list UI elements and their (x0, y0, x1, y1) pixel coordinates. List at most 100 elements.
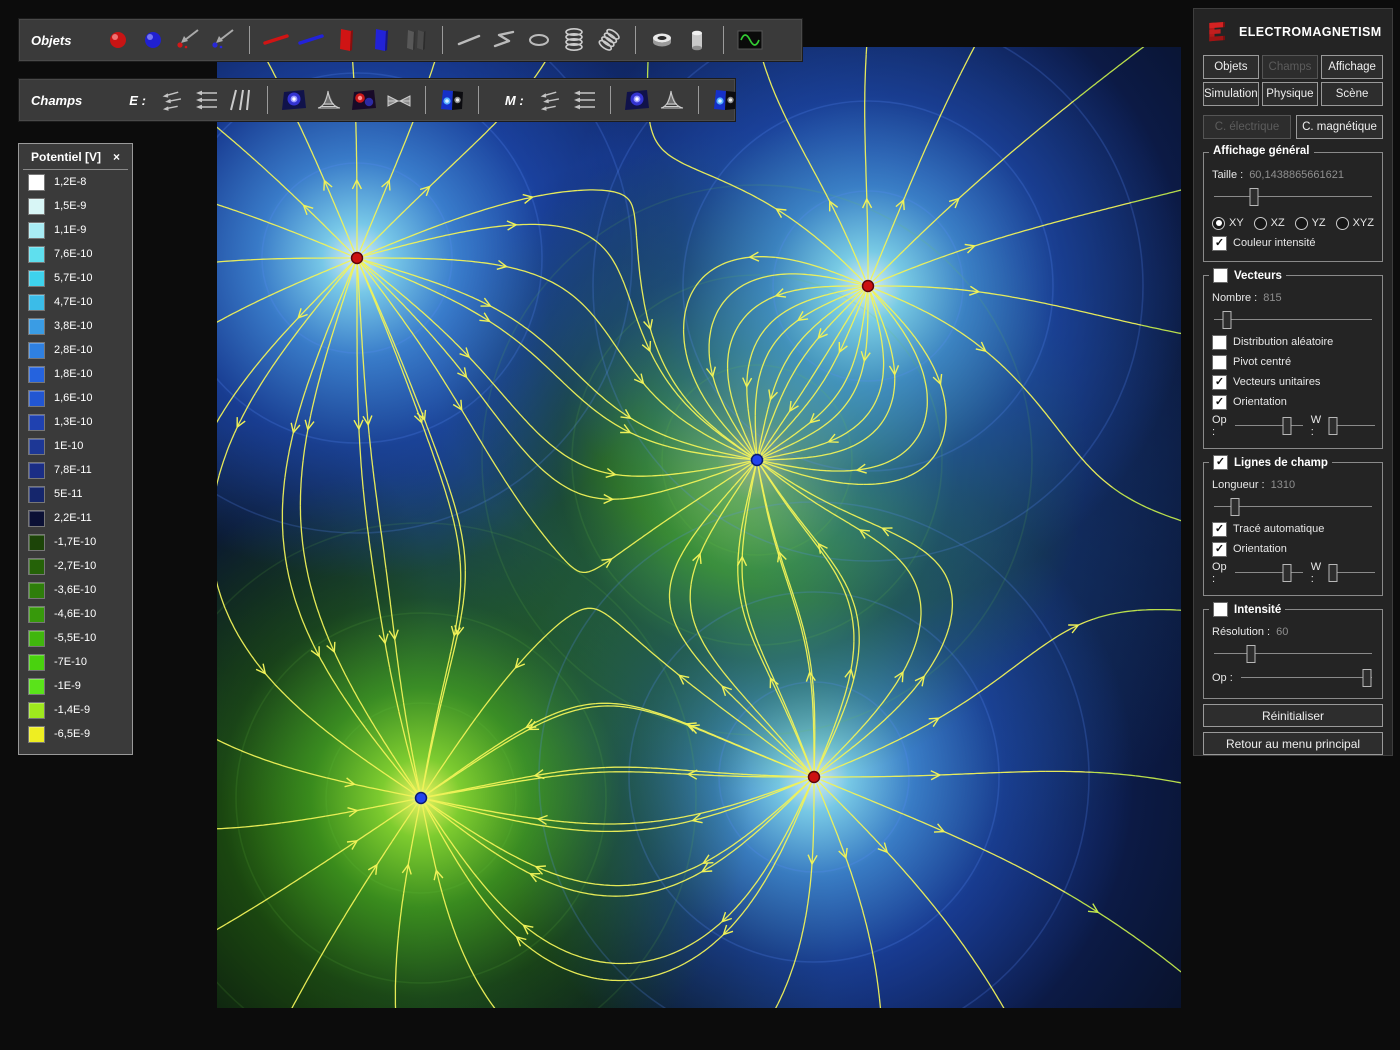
checkbox-distribution-aleatoire[interactable] (1212, 335, 1227, 350)
vecteurs-checkbox[interactable] (1213, 268, 1228, 283)
field-lines-icon[interactable] (227, 86, 255, 114)
close-icon[interactable]: × (113, 150, 120, 164)
ring-magnet-icon[interactable] (648, 26, 676, 54)
blue-wire-icon[interactable] (297, 26, 325, 54)
legend-swatch (28, 654, 45, 671)
legend-swatch (28, 462, 45, 479)
legend-swatch (28, 198, 45, 215)
toolbar-label: E : (129, 93, 146, 108)
cylinder-magnet-icon[interactable] (683, 26, 711, 54)
nombre-label: Nombre : (1212, 292, 1257, 304)
taille-slider[interactable] (1212, 187, 1374, 207)
button-simulation[interactable]: Simulation (1203, 82, 1259, 106)
legend-swatch (28, 270, 45, 287)
legend-swatch (28, 630, 45, 647)
legend-swatch (28, 438, 45, 455)
red-plate-icon[interactable] (332, 26, 360, 54)
button-c-magnetique[interactable]: C. magnétique (1296, 115, 1383, 139)
app-logo-icon (1205, 19, 1231, 45)
checkbox-pivot-centre[interactable] (1212, 355, 1227, 370)
legend-entry: -1,4E-9 (19, 698, 132, 722)
checkbox-orientation[interactable]: ✓ (1212, 542, 1227, 557)
lignes-de-champ-title: Lignes de champ (1234, 457, 1328, 469)
ac-source-icon[interactable] (736, 26, 764, 54)
radio-yz[interactable]: YZ (1295, 217, 1326, 230)
negative-charge-icon[interactable] (139, 26, 167, 54)
toolbar-separator (635, 26, 636, 54)
radio-xz[interactable]: XZ (1254, 217, 1285, 230)
legend-entry: 5,7E-10 (19, 266, 132, 290)
checkbox-orientation[interactable]: ✓ (1212, 395, 1227, 410)
checkbox-row: Pivot centré (1212, 354, 1374, 370)
longueur-value: 1310 (1271, 479, 1295, 491)
checkbox-label: Pivot centré (1233, 356, 1291, 368)
wire-segment-icon[interactable] (455, 26, 483, 54)
vecteurs-op-slider[interactable] (1233, 416, 1305, 436)
capacitor-icon[interactable] (402, 26, 430, 54)
radio-xyz[interactable]: XYZ (1336, 217, 1374, 230)
red-wire-icon[interactable] (262, 26, 290, 54)
solenoid-icon[interactable] (560, 26, 588, 54)
moving-negative-charge-icon[interactable] (209, 26, 237, 54)
vectors-random-icon[interactable] (535, 86, 563, 114)
intensite-op-slider[interactable] (1239, 668, 1374, 688)
radio-xy[interactable]: XY (1212, 217, 1244, 230)
button-physique[interactable]: Physique (1262, 82, 1318, 106)
radio-icon (1336, 217, 1349, 230)
taille-value: 60,1438865661621 (1249, 169, 1344, 181)
lignes-de-champ-checkbox[interactable]: ✓ (1213, 455, 1228, 470)
couleur-intensite-checkbox[interactable]: ✓ (1212, 236, 1227, 251)
legend-swatch (28, 318, 45, 335)
surface-plot-icon[interactable] (315, 86, 343, 114)
longueur-slider[interactable] (1212, 497, 1374, 517)
legend-title: Potentiel [V] (31, 150, 101, 164)
button-objets[interactable]: Objets (1203, 55, 1259, 79)
lignes-w-slider[interactable] (1327, 563, 1377, 583)
legend-value: 1E-10 (54, 440, 83, 452)
lignes-checkboxes: ✓Tracé automatique✓Orientation (1212, 521, 1374, 557)
button-affichage[interactable]: Affichage (1321, 55, 1383, 79)
resolution-slider[interactable] (1212, 644, 1374, 664)
affichage-general-group: Affichage général Taille : 60,1438865661… (1203, 152, 1383, 262)
blue-plate-icon[interactable] (367, 26, 395, 54)
legend-entry: 1,1E-9 (19, 218, 132, 242)
toolbar-label: Objets (31, 33, 71, 48)
potential-legend-panel: Potentiel [V] × 1,2E-81,5E-91,1E-97,6E-1… (18, 143, 133, 755)
vectors-random-icon[interactable] (157, 86, 185, 114)
moving-positive-charge-icon[interactable] (174, 26, 202, 54)
vecteurs-w-slider[interactable] (1327, 416, 1377, 436)
simulation-canvas[interactable] (217, 47, 1181, 1008)
toolbar-separator (610, 86, 611, 114)
legend-entry: -3,6E-10 (19, 578, 132, 602)
intensity-map-blue-icon[interactable] (623, 86, 651, 114)
surface-plot-icon[interactable] (658, 86, 686, 114)
cut-plane-icon[interactable] (711, 86, 739, 114)
legend-entry: -5,5E-10 (19, 626, 132, 650)
legend-value: -3,6E-10 (54, 584, 96, 596)
vectors-grid-icon[interactable] (570, 86, 598, 114)
checkbox-trace-automatique[interactable]: ✓ (1212, 522, 1227, 537)
toolbar-separator (698, 86, 699, 114)
lignes-op-slider[interactable] (1233, 563, 1305, 583)
intensity-map-blue-icon[interactable] (280, 86, 308, 114)
intensity-map-red-blue-icon[interactable] (350, 86, 378, 114)
nombre-slider[interactable] (1212, 310, 1374, 330)
reinitialiser-button[interactable]: Réinitialiser (1203, 704, 1383, 727)
legend-value: 1,1E-9 (54, 224, 86, 236)
surface-plot-dip-icon[interactable] (385, 86, 413, 114)
retour-menu-button[interactable]: Retour au menu principal (1203, 732, 1383, 755)
toroid-icon[interactable] (595, 26, 623, 54)
legend-entry: 1,2E-8 (19, 170, 132, 194)
legend-entry: 2,8E-10 (19, 338, 132, 362)
vectors-grid-icon[interactable] (192, 86, 220, 114)
button-scene[interactable]: Scène (1321, 82, 1383, 106)
checkbox-vecteurs-unitaires[interactable]: ✓ (1212, 375, 1227, 390)
checkbox-label: Distribution aléatoire (1233, 336, 1333, 348)
legend-entry: 5E-11 (19, 482, 132, 506)
cut-plane-icon[interactable] (438, 86, 466, 114)
positive-charge-icon[interactable] (104, 26, 132, 54)
legend-swatch (28, 342, 45, 359)
loop-icon[interactable] (525, 26, 553, 54)
bent-wire-icon[interactable] (490, 26, 518, 54)
intensite-checkbox[interactable] (1213, 602, 1228, 617)
